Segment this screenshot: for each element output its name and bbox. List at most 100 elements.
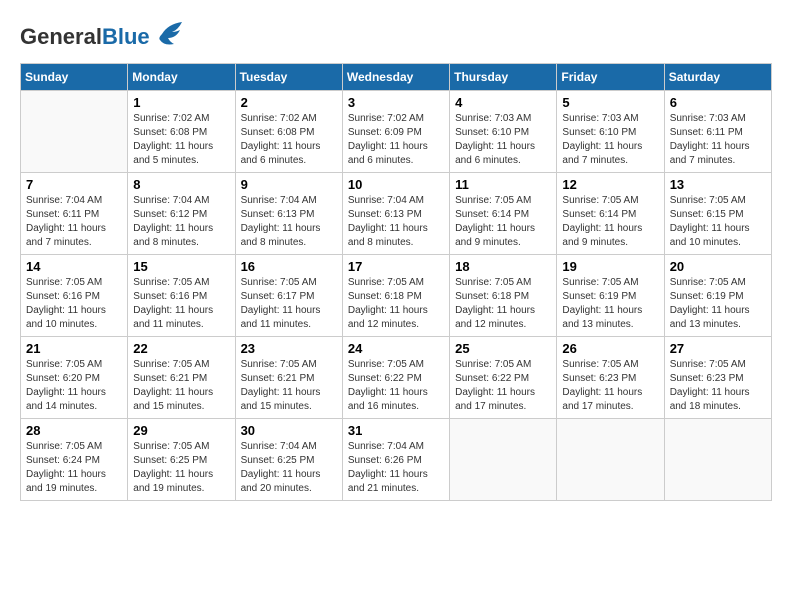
logo-blue: Blue [102,24,150,49]
day-number: 21 [26,341,122,356]
day-number: 19 [562,259,658,274]
day-info: Sunrise: 7:05 AMSunset: 6:16 PMDaylight:… [133,276,229,332]
weekday-header-row: SundayMondayTuesdayWednesdayThursdayFrid… [21,64,772,91]
calendar-cell: 25Sunrise: 7:05 AMSunset: 6:22 PMDayligh… [450,337,557,419]
calendar-cell [450,419,557,501]
day-info: Sunrise: 7:05 AMSunset: 6:14 PMDaylight:… [562,194,658,250]
logo: GeneralBlue [20,20,186,53]
day-info: Sunrise: 7:02 AMSunset: 6:08 PMDaylight:… [241,112,337,168]
day-info: Sunrise: 7:04 AMSunset: 6:13 PMDaylight:… [241,194,337,250]
calendar-cell: 26 Sunrise: 7:05 AMSunset: 6:23 PMDayligh… [557,337,664,419]
week-row-1: 1 Sunrise: 7:02 AMSunset: 6:08 PMDaylight… [21,91,772,173]
day-number: 27 [670,341,766,356]
day-number: 26 [562,341,658,356]
calendar-cell: 21 Sunrise: 7:05 AMSunset: 6:20 PMDayligh… [21,337,128,419]
calendar-cell: 16 Sunrise: 7:05 AMSunset: 6:17 PMDayligh… [235,255,342,337]
week-row-3: 14 Sunrise: 7:05 AMSunset: 6:16 PMDayligh… [21,255,772,337]
day-info: Sunrise: 7:05 AMSunset: 6:23 PMDaylight:… [670,358,766,414]
logo-bird-icon [154,20,186,53]
week-row-2: 7 Sunrise: 7:04 AMSunset: 6:11 PMDaylight… [21,173,772,255]
weekday-header-thursday: Thursday [450,64,557,91]
calendar-cell: 8 Sunrise: 7:04 AMSunset: 6:12 PMDaylight… [128,173,235,255]
calendar-cell: 14 Sunrise: 7:05 AMSunset: 6:16 PMDayligh… [21,255,128,337]
calendar-cell: 7 Sunrise: 7:04 AMSunset: 6:11 PMDaylight… [21,173,128,255]
day-number: 13 [670,177,766,192]
calendar-cell: 5Sunrise: 7:03 AMSunset: 6:10 PMDaylight… [557,91,664,173]
day-info: Sunrise: 7:04 AMSunset: 6:26 PMDaylight:… [348,440,444,496]
day-number: 7 [26,177,122,192]
day-number: 16 [241,259,337,274]
day-info: Sunrise: 7:05 AMSunset: 6:19 PMDaylight:… [562,276,658,332]
day-number: 5 [562,95,658,110]
day-number: 20 [670,259,766,274]
calendar-cell: 29Sunrise: 7:05 AMSunset: 6:25 PMDayligh… [128,419,235,501]
calendar-cell [664,419,771,501]
day-number: 15 [133,259,229,274]
day-number: 31 [348,423,444,438]
day-info: Sunrise: 7:05 AMSunset: 6:25 PMDaylight:… [133,440,229,496]
calendar-cell: 23 Sunrise: 7:05 AMSunset: 6:21 PMDayligh… [235,337,342,419]
weekday-header-saturday: Saturday [664,64,771,91]
weekday-header-monday: Monday [128,64,235,91]
calendar-cell: 4Sunrise: 7:03 AMSunset: 6:10 PMDaylight… [450,91,557,173]
day-number: 14 [26,259,122,274]
day-number: 6 [670,95,766,110]
day-info: Sunrise: 7:05 AMSunset: 6:18 PMDaylight:… [455,276,551,332]
week-row-5: 28 Sunrise: 7:05 AMSunset: 6:24 PMDayligh… [21,419,772,501]
day-number: 2 [241,95,337,110]
day-number: 28 [26,423,122,438]
calendar-cell: 3 Sunrise: 7:02 AMSunset: 6:09 PMDaylight… [342,91,449,173]
calendar-cell: 20Sunrise: 7:05 AMSunset: 6:19 PMDayligh… [664,255,771,337]
calendar-cell: 22Sunrise: 7:05 AMSunset: 6:21 PMDayligh… [128,337,235,419]
calendar-cell: 24 Sunrise: 7:05 AMSunset: 6:22 PMDayligh… [342,337,449,419]
day-info: Sunrise: 7:05 AMSunset: 6:20 PMDaylight:… [26,358,122,414]
calendar-cell: 18 Sunrise: 7:05 AMSunset: 6:18 PMDayligh… [450,255,557,337]
day-number: 9 [241,177,337,192]
day-number: 23 [241,341,337,356]
weekday-header-sunday: Sunday [21,64,128,91]
day-number: 12 [562,177,658,192]
day-number: 17 [348,259,444,274]
day-info: Sunrise: 7:05 AMSunset: 6:15 PMDaylight:… [670,194,766,250]
day-info: Sunrise: 7:04 AMSunset: 6:11 PMDaylight:… [26,194,122,250]
calendar-cell: 6Sunrise: 7:03 AMSunset: 6:11 PMDaylight… [664,91,771,173]
calendar-cell: 15 Sunrise: 7:05 AMSunset: 6:16 PMDayligh… [128,255,235,337]
day-info: Sunrise: 7:05 AMSunset: 6:16 PMDaylight:… [26,276,122,332]
day-number: 24 [348,341,444,356]
day-number: 8 [133,177,229,192]
day-number: 3 [348,95,444,110]
calendar-cell: 1 Sunrise: 7:02 AMSunset: 6:08 PMDaylight… [128,91,235,173]
day-info: Sunrise: 7:05 AMSunset: 6:21 PMDaylight:… [241,358,337,414]
week-row-4: 21 Sunrise: 7:05 AMSunset: 6:20 PMDayligh… [21,337,772,419]
day-info: Sunrise: 7:05 AMSunset: 6:22 PMDaylight:… [348,358,444,414]
day-info: Sunrise: 7:05 AMSunset: 6:24 PMDaylight:… [26,440,122,496]
day-number: 25 [455,341,551,356]
day-info: Sunrise: 7:04 AMSunset: 6:12 PMDaylight:… [133,194,229,250]
day-info: Sunrise: 7:02 AMSunset: 6:08 PMDaylight:… [133,112,229,168]
day-number: 30 [241,423,337,438]
calendar-cell: 31 Sunrise: 7:04 AMSunset: 6:26 PMDayligh… [342,419,449,501]
day-info: Sunrise: 7:05 AMSunset: 6:14 PMDaylight:… [455,194,551,250]
day-number: 11 [455,177,551,192]
calendar-table: SundayMondayTuesdayWednesdayThursdayFrid… [20,63,772,501]
calendar-cell: 17 Sunrise: 7:05 AMSunset: 6:18 PMDayligh… [342,255,449,337]
day-info: Sunrise: 7:02 AMSunset: 6:09 PMDaylight:… [348,112,444,168]
weekday-header-wednesday: Wednesday [342,64,449,91]
day-number: 18 [455,259,551,274]
calendar-cell: 28 Sunrise: 7:05 AMSunset: 6:24 PMDayligh… [21,419,128,501]
day-info: Sunrise: 7:05 AMSunset: 6:17 PMDaylight:… [241,276,337,332]
page-header: GeneralBlue [20,20,772,53]
weekday-header-friday: Friday [557,64,664,91]
calendar-cell: 10 Sunrise: 7:04 AMSunset: 6:13 PMDayligh… [342,173,449,255]
calendar-cell: 2 Sunrise: 7:02 AMSunset: 6:08 PMDaylight… [235,91,342,173]
day-info: Sunrise: 7:05 AMSunset: 6:21 PMDaylight:… [133,358,229,414]
day-info: Sunrise: 7:04 AMSunset: 6:13 PMDaylight:… [348,194,444,250]
calendar-cell: 12 Sunrise: 7:05 AMSunset: 6:14 PMDayligh… [557,173,664,255]
day-info: Sunrise: 7:05 AMSunset: 6:23 PMDaylight:… [562,358,658,414]
logo-general: General [20,24,102,49]
calendar-cell: 19 Sunrise: 7:05 AMSunset: 6:19 PMDayligh… [557,255,664,337]
weekday-header-tuesday: Tuesday [235,64,342,91]
day-info: Sunrise: 7:05 AMSunset: 6:18 PMDaylight:… [348,276,444,332]
day-number: 10 [348,177,444,192]
day-number: 1 [133,95,229,110]
